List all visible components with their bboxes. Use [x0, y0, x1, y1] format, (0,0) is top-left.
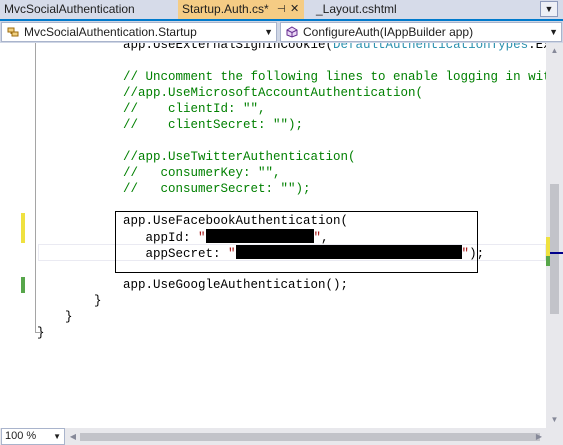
editor-bottom-bar: 100 % ▼ ◀ ▶ — [0, 428, 563, 445]
tab-layout-cshtml[interactable]: _Layout.cshtml — [310, 0, 430, 19]
scroll-right-button[interactable]: ▶ — [532, 428, 546, 445]
horizontal-scroll-thumb[interactable] — [80, 433, 540, 441]
class-icon — [7, 27, 19, 37]
close-icon[interactable]: ✕ — [290, 0, 299, 19]
scroll-down-button[interactable]: ▼ — [546, 412, 563, 428]
code-comment-line: // clientId: "", — [123, 102, 266, 116]
tab-startup-auth[interactable]: Startup.Auth.cs* ⊣ ✕ — [178, 0, 304, 19]
code-comment-line: //app.UseTwitterAuthentication( — [123, 150, 356, 164]
member-selector-dropdown[interactable]: ConfigureAuth(IAppBuilder app) ▼ — [280, 22, 562, 42]
scroll-up-button[interactable]: ▲ — [546, 43, 563, 59]
scrollbar-saved-marker — [546, 256, 550, 266]
zoom-level-dropdown[interactable]: 100 % ▼ — [1, 428, 65, 445]
outlining-guide — [35, 43, 36, 333]
facebook-auth-highlight-box — [115, 211, 478, 273]
code-comment-line: // consumerSecret: ""); — [123, 182, 311, 196]
chevron-down-icon: ▼ — [53, 432, 61, 441]
pin-icon[interactable]: ⊣ — [277, 0, 286, 19]
code-brace: } — [65, 310, 73, 324]
chevron-down-icon: ▼ — [264, 27, 273, 37]
tab-label: MvcSocialAuthentication — [4, 2, 135, 16]
tab-overflow-button[interactable]: ▼ — [540, 1, 558, 17]
chevron-right-icon: ▶ — [535, 432, 543, 441]
code-comment-line: // clientSecret: ""); — [123, 118, 304, 132]
horizontal-scrollbar[interactable]: ◀ ▶ — [66, 428, 546, 445]
scrollbar-caret-marker — [550, 252, 563, 254]
vertical-scroll-thumb[interactable] — [550, 184, 559, 314]
tab-mvcsocialauthentication[interactable]: MvcSocialAuthentication — [0, 0, 178, 19]
type-selector-dropdown[interactable]: MvcSocialAuthentication.Startup ▼ — [1, 22, 277, 42]
navigation-bar: MvcSocialAuthentication.Startup ▼ Config… — [0, 21, 563, 43]
chevron-left-icon: ◀ — [69, 432, 77, 441]
chevron-down-icon: ▼ — [549, 27, 558, 37]
tab-label: Startup.Auth.cs* — [182, 2, 269, 16]
code-comment-line: // consumerKey: "", — [123, 166, 281, 180]
chevron-down-icon: ▼ — [544, 4, 554, 14]
unsaved-change-marker — [21, 213, 25, 243]
member-selector-value: ConfigureAuth(IAppBuilder app) — [303, 25, 474, 39]
code-comment-line: // Uncomment the following lines to enab… — [123, 70, 546, 84]
code-brace: } — [94, 294, 102, 308]
method-icon — [286, 26, 298, 38]
code-line: app.UseExternalSignInCookie(DefaultAuthe… — [123, 43, 546, 52]
vertical-scrollbar[interactable]: ▲ ▼ — [546, 43, 563, 428]
zoom-level-value: 100 % — [5, 430, 37, 442]
chevron-down-icon: ▼ — [550, 415, 559, 424]
code-comment-line: //app.UseMicrosoftAccountAuthentication( — [123, 86, 424, 100]
saved-change-marker — [21, 277, 25, 293]
code-editor[interactable]: app.UseExternalSignInCookie(DefaultAuthe… — [0, 43, 546, 428]
scroll-left-button[interactable]: ◀ — [66, 428, 80, 445]
code-brace: } — [37, 326, 45, 340]
scrollbar-corner — [546, 428, 563, 445]
type-selector-value: MvcSocialAuthentication.Startup — [24, 25, 197, 39]
tab-label: _Layout.cshtml — [316, 2, 397, 16]
document-tab-strip: MvcSocialAuthentication Startup.Auth.cs*… — [0, 0, 563, 21]
code-line-google: app.UseGoogleAuthentication(); — [123, 278, 349, 292]
chevron-up-icon: ▲ — [550, 46, 559, 55]
